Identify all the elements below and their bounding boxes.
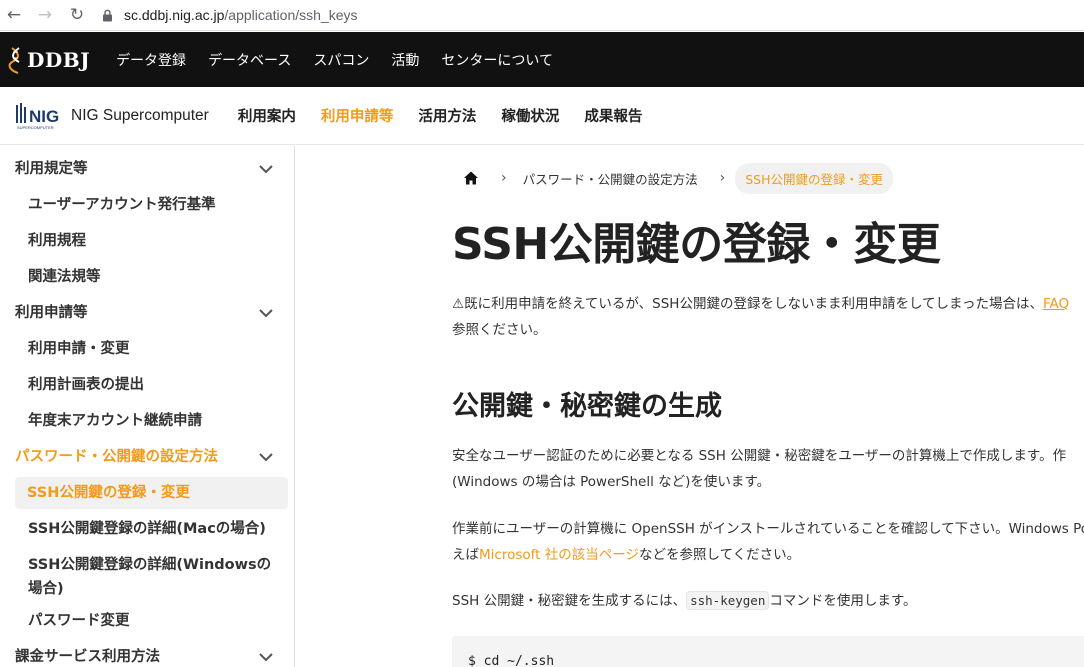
sidebar-item-label: SSH公開鍵登録の詳細(Windowsの (28, 557, 272, 573)
sidebar-item-account-criteria[interactable]: ユーザーアカウント発行基準 (0, 193, 294, 217)
lock-icon (100, 8, 114, 22)
nig-logo[interactable]: NIG SUPERCOMPUTER NIG Supercomputer (15, 101, 209, 131)
paragraph-line: 作業前にユーザーの計算機に OpenSSH がインストールされていることを確認し… (452, 521, 1084, 537)
sidebar-section-password-keys[interactable]: パスワード・公開鍵の設定方法 (0, 439, 294, 475)
sidebar-section-billing[interactable]: 課金サービス利用方法 (0, 639, 294, 667)
sidebar-section-rules[interactable]: 利用規定等 (0, 151, 294, 187)
main-content: › パスワード・公開鍵の設定方法 › SSH公開鍵の登録・変更 SSH公開鍵の登… (296, 146, 1084, 667)
paragraph-line: 安全なユーザー認証のために必要となる SSH 公開鍵・秘密鍵をユーザーの計算機上… (452, 448, 1067, 464)
sidebar-item-password-change[interactable]: パスワード変更 (0, 609, 294, 633)
paragraph-keygen-intro: 安全なユーザー認証のために必要となる SSH 公開鍵・秘密鍵をユーザーの計算機上… (452, 443, 1066, 495)
sidebar-item-regulations[interactable]: 関連法規等 (0, 265, 294, 289)
sidebar-section-label: 利用申請等 (15, 305, 88, 321)
ddbj-nav-data-submission[interactable]: データ登録 (116, 50, 186, 70)
back-arrow-icon[interactable]: ← (3, 4, 25, 26)
paragraph-ssh-keygen: SSH 公開鍵・秘密鍵を生成するには、 ssh-keygen コマンドを使用します。 (452, 588, 917, 614)
nig-logo-text: NIG Supercomputer (71, 106, 209, 124)
code-block: $ cd ~/.ssh (452, 636, 1084, 667)
paragraph-text: えば (452, 547, 479, 563)
browser-toolbar: ← → ↻ sc.ddbj.nig.ac.jp/application/ssh_… (0, 0, 1084, 31)
warning-line: ⚠既に利用申請を終えているが、SSH公開鍵の登録をしないまま利用申請をしてしまっ… (452, 291, 1069, 317)
paragraph-line: えばMicrosoft 社の該当ページなどを参照してください。 (452, 542, 1084, 568)
breadcrumb-separator-icon: › (719, 170, 726, 186)
breadcrumb: › パスワード・公開鍵の設定方法 › SSH公開鍵の登録・変更 (463, 162, 894, 194)
ddbj-logo-text: DDBJ (27, 47, 91, 72)
sidebar-section-application[interactable]: 利用申請等 (0, 295, 294, 331)
reload-icon[interactable]: ↻ (66, 4, 88, 26)
nig-nav-guide[interactable]: 利用案内 (238, 105, 296, 126)
section-heading: 公開鍵・秘密鍵の生成 (452, 391, 722, 422)
sidebar-section-label: 利用規定等 (15, 161, 88, 177)
chevron-down-icon[interactable] (257, 648, 275, 666)
sidebar-item-ssh-key-windows[interactable]: SSH公開鍵登録の詳細(Windowsの 場合) (0, 553, 294, 601)
microsoft-link[interactable]: Microsoft 社の該当ページ (479, 547, 639, 563)
url-host: sc.ddbj.nig.ac.jp (124, 7, 225, 23)
ddbj-nav-about[interactable]: センターについて (441, 50, 553, 70)
ddbj-nav-activities[interactable]: 活動 (391, 50, 419, 70)
sidebar-item-label: 場合) (28, 581, 64, 597)
nig-nav-usage[interactable]: 活用方法 (418, 105, 476, 126)
dna-helix-icon (8, 46, 20, 74)
ddbj-logo[interactable]: DDBJ (8, 46, 90, 74)
ddbj-nav-supercomputer[interactable]: スパコン (313, 50, 369, 70)
sidebar-item-ssh-key-register[interactable]: SSH公開鍵の登録・変更 (15, 477, 288, 509)
paragraph-text: などを参照してください。 (638, 547, 801, 563)
warning-text: ⚠既に利用申請を終えているが、SSH公開鍵の登録をしないまま利用申請をしてしまっ… (452, 296, 1044, 312)
sidebar-item-ssh-key-mac[interactable]: SSH公開鍵登録の詳細(Macの場合) (0, 517, 294, 541)
nig-header: NIG SUPERCOMPUTER NIG Supercomputer 利用案内… (0, 87, 1084, 145)
faq-link[interactable]: FAQ (1043, 296, 1069, 312)
nig-supercomputer-logo-icon: NIG SUPERCOMPUTER (16, 102, 59, 130)
home-icon[interactable] (463, 170, 479, 186)
ddbj-nav-database[interactable]: データベース (208, 50, 291, 70)
forward-arrow-icon[interactable]: → (34, 4, 56, 26)
nig-nav-application[interactable]: 利用申請等 (321, 105, 394, 126)
breadcrumb-parent[interactable]: パスワード・公開鍵の設定方法 (523, 169, 698, 188)
warning-line: 参照ください。 (452, 322, 547, 338)
inline-code: ssh-keygen (686, 591, 770, 610)
svg-text:SUPERCOMPUTER: SUPERCOMPUTER (17, 125, 54, 130)
sidebar-section-label: 課金サービス利用方法 (15, 649, 160, 665)
paragraph-line: (Windows の場合は PowerShell など)を使います。 (452, 474, 771, 490)
address-bar[interactable]: sc.ddbj.nig.ac.jp/application/ssh_keys (100, 3, 357, 27)
sidebar: 利用規定等 ユーザーアカウント発行基準 利用規程 関連法規等 利用申請等 利用申… (0, 146, 295, 667)
nig-nav-status[interactable]: 稼働状況 (501, 105, 559, 126)
code-line: $ cd ~/.ssh (468, 654, 555, 667)
chevron-down-icon[interactable] (257, 160, 275, 178)
svg-text:NIG: NIG (29, 107, 59, 126)
page-title: SSH公開鍵の登録・変更 (452, 219, 941, 270)
sidebar-item-terms[interactable]: 利用規程 (0, 229, 294, 253)
paragraph-openssh: 作業前にユーザーの計算機に OpenSSH がインストールされていることを確認し… (452, 516, 1084, 568)
sidebar-item-usage-plan[interactable]: 利用計画表の提出 (0, 373, 294, 397)
sidebar-section-label: パスワード・公開鍵の設定方法 (15, 449, 218, 465)
sidebar-item-account-renewal[interactable]: 年度末アカウント継続申請 (0, 409, 294, 433)
url-path: /application/ssh_keys (224, 7, 358, 23)
warning-paragraph: ⚠既に利用申請を終えているが、SSH公開鍵の登録をしないまま利用申請をしてしまっ… (452, 291, 1069, 343)
paragraph-text: SSH 公開鍵・秘密鍵を生成するには、 (452, 593, 687, 609)
ddbj-nav: データ登録 データベース スパコン 活動 センターについて (116, 50, 575, 70)
chevron-down-icon[interactable] (257, 304, 275, 322)
breadcrumb-current: SSH公開鍵の登録・変更 (735, 162, 894, 194)
nig-nav: 利用案内 利用申請等 活用方法 稼働状況 成果報告 (238, 105, 668, 126)
chevron-down-icon[interactable] (257, 448, 275, 466)
ddbj-header: DDBJ データ登録 データベース スパコン 活動 センターについて (0, 32, 1084, 87)
nig-nav-reports[interactable]: 成果報告 (584, 105, 642, 126)
sidebar-item-apply-change[interactable]: 利用申請・変更 (0, 337, 294, 361)
breadcrumb-separator-icon: › (501, 170, 507, 186)
url-text: sc.ddbj.nig.ac.jp/application/ssh_keys (124, 7, 357, 23)
paragraph-text: コマンドを使用します。 (769, 593, 917, 609)
